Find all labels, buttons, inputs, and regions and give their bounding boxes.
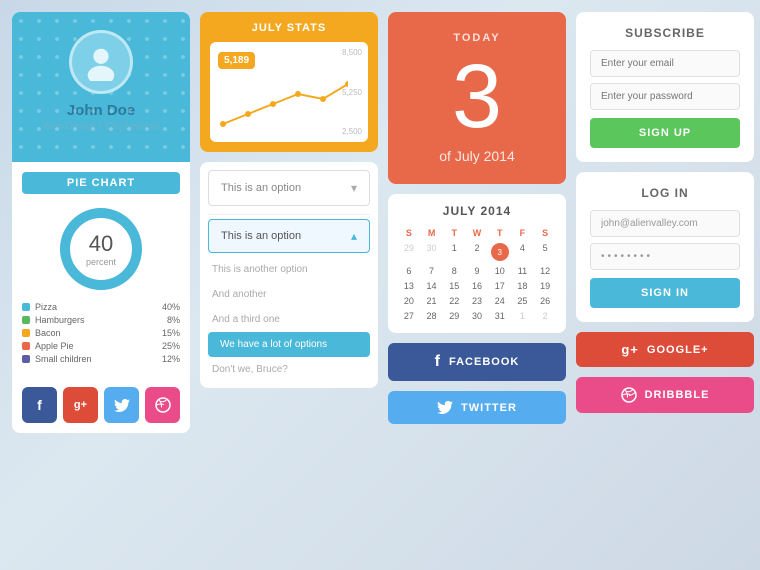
twitter-icon <box>437 401 453 414</box>
avatar <box>69 30 133 94</box>
chevron-down-icon: ▾ <box>351 181 357 195</box>
profile-card: John Doe Web Design | Cluj Napoca PIE CH… <box>12 12 190 433</box>
dropdown-option[interactable]: This is another option <box>200 257 378 282</box>
twitter-small-button[interactable] <box>104 387 139 423</box>
signin-button[interactable]: SIGN IN <box>590 278 740 308</box>
dropdown-option[interactable]: And another <box>200 282 378 307</box>
login-card: LOG IN SIGN IN <box>576 172 754 322</box>
dropdown-select-label: This is an option <box>221 182 301 194</box>
login-title: LOG IN <box>590 186 740 200</box>
subscribe-title: SUBSCRIBE <box>590 26 740 40</box>
legend-item: Bacon 15% <box>22 328 180 338</box>
today-number: 3 <box>452 52 502 142</box>
donut-chart: 40 percent <box>22 204 180 294</box>
today-sub: of July 2014 <box>439 148 515 164</box>
stats-badge: 5,189 <box>218 52 255 69</box>
chevron-up-icon: ▴ <box>351 229 357 243</box>
calendar-grid: S M T W T F S 29 30 1 2 3 4 5 6 7 8 9 <box>398 226 556 323</box>
donut-label: percent <box>86 257 116 267</box>
twitter-label: TWITTER <box>461 402 517 414</box>
dribbble-small-button[interactable] <box>145 387 180 423</box>
facebook-button[interactable]: f FACEBOOK <box>388 343 566 381</box>
dropdown-card: This is an option ▾ This is an option ▴ … <box>200 162 378 388</box>
twitter-button[interactable]: TWITTER <box>388 391 566 424</box>
password-input[interactable] <box>590 83 740 110</box>
legend-item: Pizza 40% <box>22 302 180 312</box>
email-input[interactable] <box>590 50 740 77</box>
dribbble-icon <box>621 387 637 403</box>
dropdown-option[interactable]: And a third one <box>200 307 378 332</box>
subscribe-card: SUBSCRIBE SIGN UP <box>576 12 754 162</box>
signup-button[interactable]: SIGN UP <box>590 118 740 148</box>
legend-item: Small children 12% <box>22 354 180 364</box>
dribbble-label: DRIBBBLE <box>645 389 710 401</box>
login-email-input[interactable] <box>590 210 740 237</box>
pie-chart-label: PIE CHART <box>22 172 180 194</box>
donut-value: 40 <box>86 231 116 257</box>
dropdown-option[interactable]: Don't we, Bruce? <box>200 357 378 382</box>
google-plus-button[interactable]: g+ GOOGLE+ <box>576 332 754 367</box>
legend-item: Hamburgers 8% <box>22 315 180 325</box>
stats-chart: 5,189 8,500 5,250 2,500 <box>210 42 368 142</box>
login-password-input[interactable] <box>590 243 740 270</box>
facebook-label: FACEBOOK <box>449 356 519 368</box>
facebook-icon: f <box>435 353 441 371</box>
dropdown-option-active[interactable]: We have a lot of options <box>208 332 370 357</box>
google-plus-icon: g+ <box>621 342 639 357</box>
google-small-button[interactable]: g+ <box>63 387 98 423</box>
google-plus-label: GOOGLE+ <box>647 344 709 356</box>
dribbble-button[interactable]: DRIBBBLE <box>576 377 754 413</box>
calendar-title: JULY 2014 <box>398 204 556 218</box>
dropdown-open-label: This is an option <box>221 230 301 242</box>
stats-card: JULY STATS 5,189 8,500 5,250 2,500 <box>200 12 378 152</box>
calendar-card: JULY 2014 S M T W T F S 29 30 1 2 3 4 5 … <box>388 194 566 333</box>
legend: Pizza 40% Hamburgers 8% Bacon 15% Apple … <box>22 302 180 364</box>
facebook-small-button[interactable]: f <box>22 387 57 423</box>
dropdown-select[interactable]: This is an option ▾ <box>208 170 370 206</box>
profile-body: PIE CHART <box>12 162 190 377</box>
dropdown-open-item[interactable]: This is an option ▴ <box>208 219 370 253</box>
legend-item: Apple Pie 25% <box>22 341 180 351</box>
stats-title: JULY STATS <box>210 22 368 34</box>
today-label: TODAY <box>453 32 500 44</box>
social-buttons-row: f g+ <box>12 377 190 433</box>
profile-header: John Doe Web Design | Cluj Napoca <box>12 12 190 162</box>
today-card: TODAY 3 of July 2014 <box>388 12 566 184</box>
